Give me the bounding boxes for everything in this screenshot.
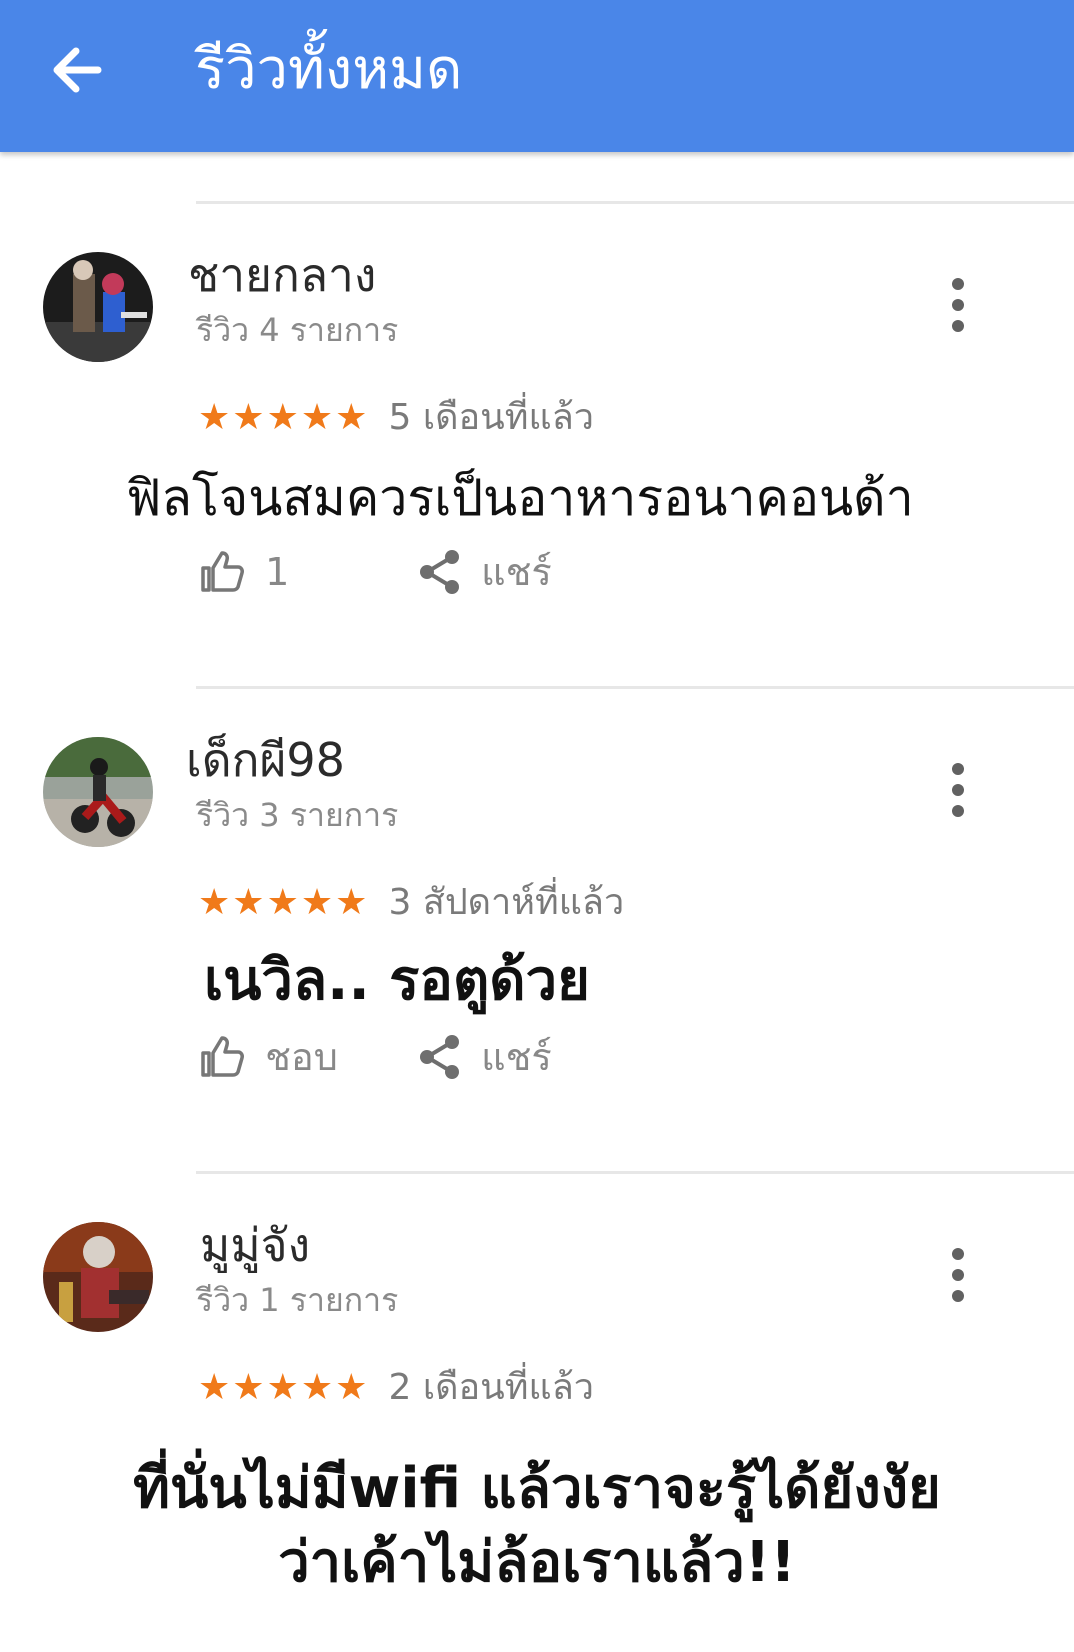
more-options-button[interactable] bbox=[936, 1240, 980, 1310]
avatar[interactable] bbox=[43, 252, 153, 362]
share-icon bbox=[420, 550, 459, 594]
star-icon: ★ bbox=[300, 882, 334, 923]
review-time: 3 สัปดาห์ที่แล้ว bbox=[388, 882, 625, 923]
more-options-button[interactable] bbox=[936, 270, 980, 340]
thumb-up-icon bbox=[201, 551, 244, 592]
share-label: แชร์ bbox=[481, 550, 552, 594]
review-comment: ฟิลโจนสมควรเป็นอาหารอนาคอนด้า bbox=[126, 469, 914, 527]
comment-line: ที่นั่นไม่มีwifi แล้วเราจะรู้ได้ยังงัย bbox=[133, 1456, 941, 1521]
review-time: 2 เดือนที่แล้ว bbox=[388, 1367, 594, 1408]
avatar[interactable] bbox=[43, 737, 153, 847]
star-rating: ★★★★★ bbox=[198, 1360, 369, 1416]
star-icon: ★ bbox=[232, 1367, 265, 1408]
like-count: 1 bbox=[265, 550, 290, 594]
like-button[interactable]: ชอบ bbox=[198, 1027, 338, 1087]
more-options-button[interactable] bbox=[936, 755, 980, 825]
star-icon: ★ bbox=[198, 882, 231, 923]
review-time: 5 เดือนที่แล้ว bbox=[388, 397, 594, 438]
review-card: ชายกลาง รีวิว 4 รายการ ★★★★★ 5 เดือนที่แ… bbox=[0, 204, 1074, 674]
review-actions: 1 แชร์ bbox=[198, 542, 552, 602]
arrow-back-icon bbox=[53, 47, 102, 93]
page-title: รีวิวทั้งหมด bbox=[195, 37, 463, 102]
review-actions: ชอบ แชร์ bbox=[198, 1027, 552, 1087]
like-label: ชอบ bbox=[265, 1035, 338, 1079]
rating-row: ★★★★★ 2 เดือนที่แล้ว bbox=[198, 1360, 594, 1420]
share-label: แชร์ bbox=[481, 1035, 552, 1079]
share-icon bbox=[420, 1035, 459, 1079]
star-icon: ★ bbox=[300, 1367, 334, 1408]
avatar[interactable] bbox=[43, 1222, 153, 1332]
review-comment: เนวิล.. รอตูด้วย bbox=[204, 948, 590, 1013]
reviewer-name[interactable]: ชายกลาง bbox=[188, 240, 376, 310]
share-button[interactable]: แชร์ bbox=[418, 1027, 552, 1087]
app-bar: รีวิวทั้งหมด bbox=[0, 0, 1074, 152]
more-vert-icon bbox=[952, 763, 964, 817]
reviewer-name[interactable]: เด็กผี98 bbox=[186, 725, 345, 795]
back-button[interactable] bbox=[40, 30, 120, 110]
comment-line: ว่าเค้าไม่ล้อเราแล้ว!! bbox=[278, 1530, 796, 1595]
star-rating: ★★★★★ bbox=[198, 390, 369, 446]
review-count: รีวิว 4 รายการ bbox=[196, 311, 399, 349]
star-icon: ★ bbox=[335, 397, 368, 438]
like-button[interactable]: 1 bbox=[198, 542, 289, 602]
star-icon: ★ bbox=[335, 1367, 368, 1408]
review-count: รีวิว 1 รายการ bbox=[196, 1281, 399, 1319]
thumb-up-icon bbox=[201, 1036, 244, 1077]
star-icon: ★ bbox=[232, 882, 265, 923]
rating-row: ★★★★★ 3 สัปดาห์ที่แล้ว bbox=[198, 875, 624, 935]
star-icon: ★ bbox=[266, 1367, 299, 1408]
more-vert-icon bbox=[952, 278, 964, 332]
star-rating: ★★★★★ bbox=[198, 875, 369, 931]
star-icon: ★ bbox=[232, 397, 265, 438]
review-comment: ที่นั่นไม่มีwifi แล้วเราจะรู้ได้ยังงัย ว… bbox=[0, 1452, 1074, 1600]
star-icon: ★ bbox=[266, 882, 299, 923]
star-icon: ★ bbox=[198, 1367, 231, 1408]
star-icon: ★ bbox=[266, 397, 299, 438]
review-card: เด็กผี98 รีวิว 3 รายการ ★★★★★ 3 สัปดาห์ท… bbox=[0, 689, 1074, 1159]
share-button[interactable]: แชร์ bbox=[418, 542, 552, 602]
more-vert-icon bbox=[952, 1248, 964, 1302]
rating-row: ★★★★★ 5 เดือนที่แล้ว bbox=[198, 390, 594, 450]
star-icon: ★ bbox=[300, 397, 334, 438]
reviewer-name[interactable]: มูมู่จัง bbox=[200, 1210, 310, 1280]
star-icon: ★ bbox=[335, 882, 368, 923]
review-count: รีวิว 3 รายการ bbox=[196, 796, 399, 834]
star-icon: ★ bbox=[198, 397, 231, 438]
